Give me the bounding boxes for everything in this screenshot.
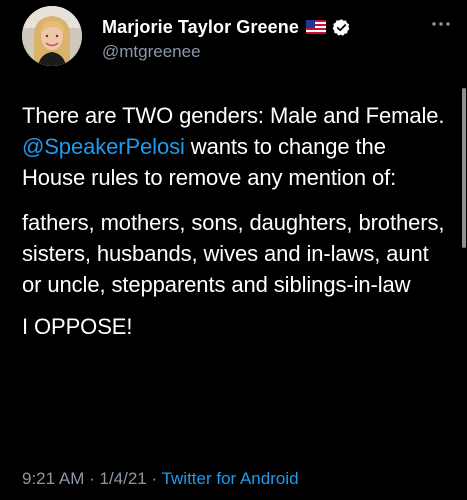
tweet-paragraph-1: There are TWO genders: Male and Female. … [22, 100, 454, 193]
us-flag-icon [305, 20, 326, 34]
avatar[interactable] [22, 6, 82, 66]
author-name-row: Marjorie Taylor Greene [102, 15, 351, 39]
tweet-date[interactable]: 1/4/21 [99, 469, 146, 488]
tweet-metadata: 9:21 AM · 1/4/21 · Twitter for Android [22, 469, 299, 489]
meta-separator: · [146, 469, 162, 488]
author-handle[interactable]: @mtgreenee [102, 42, 201, 62]
verified-badge-icon [332, 18, 351, 37]
profile-avatar-image [22, 6, 82, 66]
tweet-source-link[interactable]: Twitter for Android [162, 469, 299, 488]
scrollbar[interactable] [462, 88, 466, 248]
tweet-paragraph-3: I OPPOSE! [22, 314, 133, 339]
tweet-body: There are TWO genders: Male and Female. … [22, 100, 454, 356]
tweet-time[interactable]: 9:21 AM [22, 469, 84, 488]
tweet-text-segment: There are TWO genders: Male and Female. [22, 103, 445, 128]
meta-separator: · [84, 469, 100, 488]
tweet-card: Marjorie Taylor Greene @mtgreenee There … [0, 0, 467, 500]
tweet-paragraph-2: fathers, mothers, sons, daughters, broth… [22, 210, 445, 297]
more-options-icon[interactable] [430, 16, 452, 26]
tweet-header: Marjorie Taylor Greene @mtgreenee [22, 6, 452, 72]
mention-link[interactable]: @SpeakerPelosi [22, 134, 185, 159]
author-display-name[interactable]: Marjorie Taylor Greene [102, 17, 299, 38]
